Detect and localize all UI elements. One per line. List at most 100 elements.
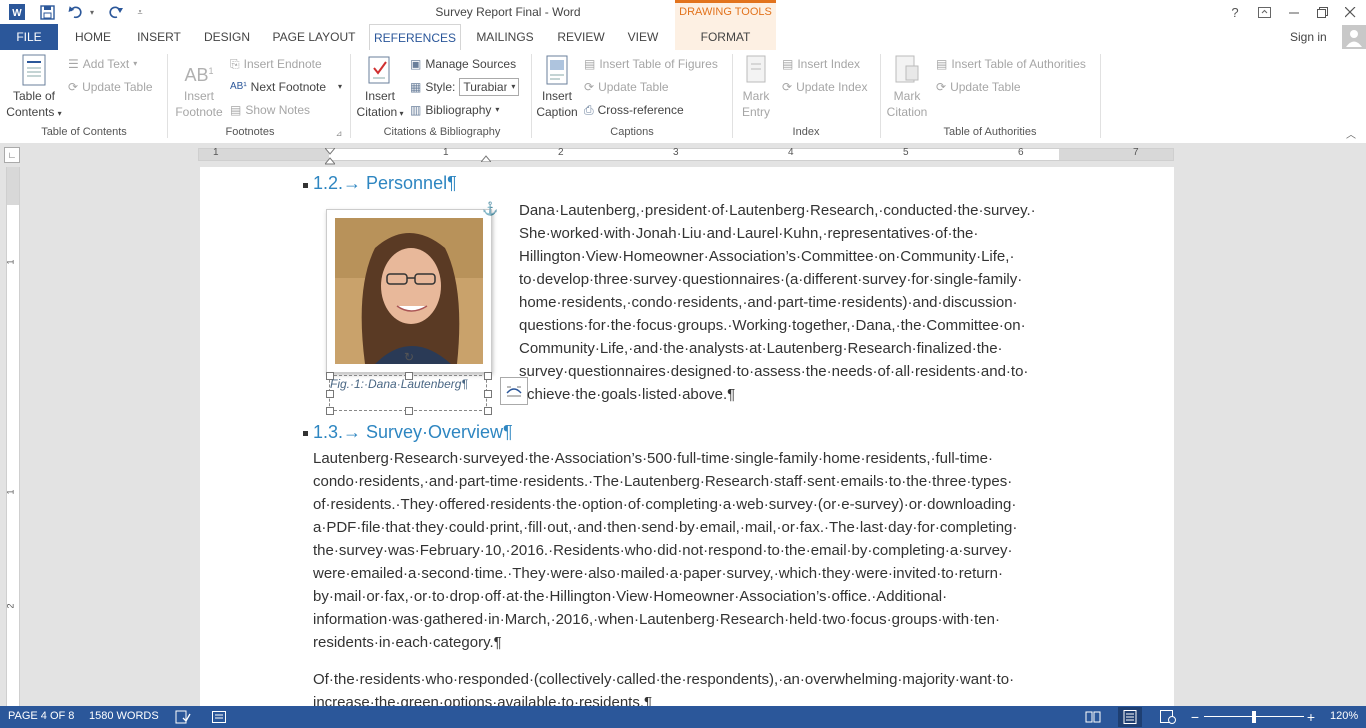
page-count[interactable]: PAGE 4 OF 8 (8, 710, 74, 722)
sign-in-link[interactable]: Sign in (1290, 30, 1327, 44)
mark-citation-button[interactable]: Mark Citation (884, 54, 930, 120)
proofing-icon[interactable] (174, 709, 192, 725)
insert-table-of-authorities-button[interactable]: ▤ Insert Table of Authorities (936, 54, 1086, 74)
zoom-level[interactable]: 120% (1330, 710, 1358, 722)
resize-handle[interactable] (484, 372, 492, 380)
tab-insert[interactable]: INSERT (128, 24, 190, 50)
rotate-handle-icon[interactable]: ↻ (402, 350, 416, 364)
figure-caption[interactable]: Fig.·1:·Dana·Lautenberg¶ (330, 377, 468, 391)
ribbon-display-options-icon[interactable] (1254, 3, 1274, 21)
resize-handle[interactable] (405, 407, 413, 415)
word-count[interactable]: 1580 WORDS (89, 710, 159, 722)
tab-view[interactable]: VIEW (618, 24, 668, 50)
title-bar: W ▾ ⩡ Survey Report Final - Word DRAWING… (0, 0, 1366, 24)
user-avatar-icon[interactable] (1342, 25, 1366, 49)
paragraph-personnel[interactable]: Dana·Lautenberg,·president·of·Lautenberg… (519, 199, 1079, 406)
show-notes-icon: ▤ (230, 103, 242, 117)
tab-page-layout[interactable]: PAGE LAYOUT (264, 24, 364, 50)
collapse-ribbon-icon[interactable]: ︿ (1344, 126, 1358, 141)
update-table-toa-button[interactable]: ⟳ Update Table (936, 77, 1021, 97)
help-icon[interactable]: ? (1226, 3, 1244, 21)
insert-citation-button[interactable]: Insert Citation ▾ (354, 54, 406, 122)
ruler-number: 1 (5, 489, 16, 495)
paragraph-survey-overview[interactable]: Lautenberg·Research·surveyed·the·Associa… (313, 447, 1113, 654)
add-text-button[interactable]: ☰ Add Text ▾ (68, 54, 137, 74)
style-selector[interactable]: ▦ Style: Turabian ▾ (410, 77, 520, 97)
resize-handle[interactable] (326, 407, 334, 415)
cross-reference-button[interactable]: ⎙ Cross-reference (584, 100, 684, 120)
insert-index-icon: ▤ (782, 57, 794, 71)
resize-handle[interactable] (484, 390, 492, 398)
tab-home[interactable]: HOME (64, 24, 122, 50)
endnote-icon: ⎘ (230, 57, 240, 71)
footnotes-dialog-launcher-icon[interactable]: ⊿ (334, 128, 344, 138)
update-index-button[interactable]: ⟳ Update Index (782, 77, 867, 97)
tab-file[interactable]: FILE (0, 24, 58, 50)
right-indent-marker-icon[interactable] (480, 153, 492, 163)
text-line: of·residents.·They·offered·residents·the… (313, 496, 1017, 513)
text-line: home·residents,·condo·residents,·and·par… (519, 294, 1018, 311)
manage-sources-button[interactable]: ▣ Manage Sources (410, 54, 516, 74)
insert-caption-button[interactable]: Insert Caption (534, 54, 580, 120)
insert-table-of-figures-button[interactable]: ▤ Insert Table of Figures (584, 54, 718, 74)
style-icon: ▦ (410, 80, 422, 94)
toc-line1: Table of (12, 89, 56, 103)
print-layout-icon[interactable] (1118, 707, 1142, 727)
text-line: to·develop·three·survey·questionnaires·(… (519, 271, 1023, 288)
macro-recording-icon[interactable] (210, 709, 228, 725)
tab-review[interactable]: REVIEW (550, 24, 612, 50)
table-of-contents-button[interactable]: Table of Contents ▾ (6, 54, 62, 122)
undo-icon[interactable] (66, 3, 86, 21)
customize-qat-icon[interactable]: ⩡ (134, 3, 146, 21)
document-page[interactable]: 1.2.→ Personnel¶ ⚓ ↻ Fig.·1:·Dana·Lauten… (200, 167, 1174, 706)
resize-handle[interactable] (326, 390, 334, 398)
undo-dropdown-icon[interactable]: ▾ (87, 3, 97, 21)
save-icon[interactable] (38, 3, 56, 21)
mark-entry-button[interactable]: Mark Entry (736, 54, 776, 120)
web-layout-icon[interactable] (1158, 709, 1178, 725)
style-dropdown[interactable]: Turabian ▾ (459, 78, 520, 96)
horizontal-ruler[interactable]: 1 1 2 3 4 5 6 7 (198, 147, 1174, 161)
insert-index-button[interactable]: ▤ Insert Index (782, 54, 860, 74)
close-icon[interactable] (1340, 3, 1360, 21)
first-line-indent-marker-icon[interactable] (324, 147, 336, 167)
tab-mailings[interactable]: MAILINGS (468, 24, 542, 50)
update-table-icon: ⟳ (584, 80, 595, 94)
text-line: She·worked·with·Jonah·Liu·and·Laurel·Kuh… (519, 225, 979, 242)
anchor-icon[interactable]: ⚓ (482, 201, 498, 216)
minimize-icon[interactable] (1284, 3, 1304, 21)
repeat-icon[interactable] (106, 3, 126, 21)
tab-selector-icon[interactable]: ∟ (4, 147, 20, 163)
insert-footnote-button[interactable]: AB1 Insert Footnote (172, 54, 226, 120)
insert-endnote-button[interactable]: ⎘ Insert Endnote (230, 54, 322, 74)
drawing-tools-label: DRAWING TOOLS (679, 6, 772, 18)
text-line: increase·the·green·options·available·to·… (313, 694, 653, 706)
word-app-icon[interactable]: W (8, 3, 26, 21)
photo-dana-lautenberg[interactable] (326, 209, 492, 373)
text-line: were·emailed·a·second·time.·They·were·al… (313, 565, 1003, 582)
tab-design[interactable]: DESIGN (196, 24, 258, 50)
ruler-number: 2 (5, 603, 16, 609)
vertical-ruler[interactable]: 1 1 2 (6, 167, 20, 706)
restore-icon[interactable] (1312, 3, 1332, 21)
tab-format[interactable]: FORMAT (675, 24, 776, 50)
resize-handle[interactable] (484, 407, 492, 415)
read-mode-icon[interactable] (1084, 709, 1102, 725)
table-of-authorities-icon: ▤ (936, 57, 948, 71)
text-line: a·PDF·file·that·they·could·print,·fill·o… (313, 519, 1018, 536)
group-label-citations: Citations & Bibliography (383, 126, 501, 138)
update-table-toc-button[interactable]: ⟳ Update Table (68, 77, 153, 97)
bibliography-button[interactable]: ▥ Bibliography ▾ (410, 100, 499, 120)
zoom-in-button[interactable]: + (1304, 709, 1318, 725)
manage-sources-icon: ▣ (410, 57, 422, 71)
update-table-captions-button[interactable]: ⟳ Update Table (584, 77, 669, 97)
next-footnote-button[interactable]: AB¹ Next Footnote ▾ (230, 77, 342, 97)
heading-personnel[interactable]: 1.2.→ Personnel¶ (313, 173, 457, 194)
heading-survey-overview[interactable]: 1.3.→ Survey·Overview¶ (313, 422, 513, 443)
zoom-out-button[interactable]: − (1188, 709, 1202, 725)
show-notes-button[interactable]: ▤ Show Notes (230, 100, 310, 120)
paragraph-respondents[interactable]: Of·the·residents·who·responded·(collecti… (313, 668, 1113, 706)
zoom-slider-thumb[interactable] (1252, 711, 1256, 723)
text-line: chieve·the·goals·listed·above.¶ (527, 386, 736, 403)
tab-references[interactable]: REFERENCES (369, 24, 461, 51)
